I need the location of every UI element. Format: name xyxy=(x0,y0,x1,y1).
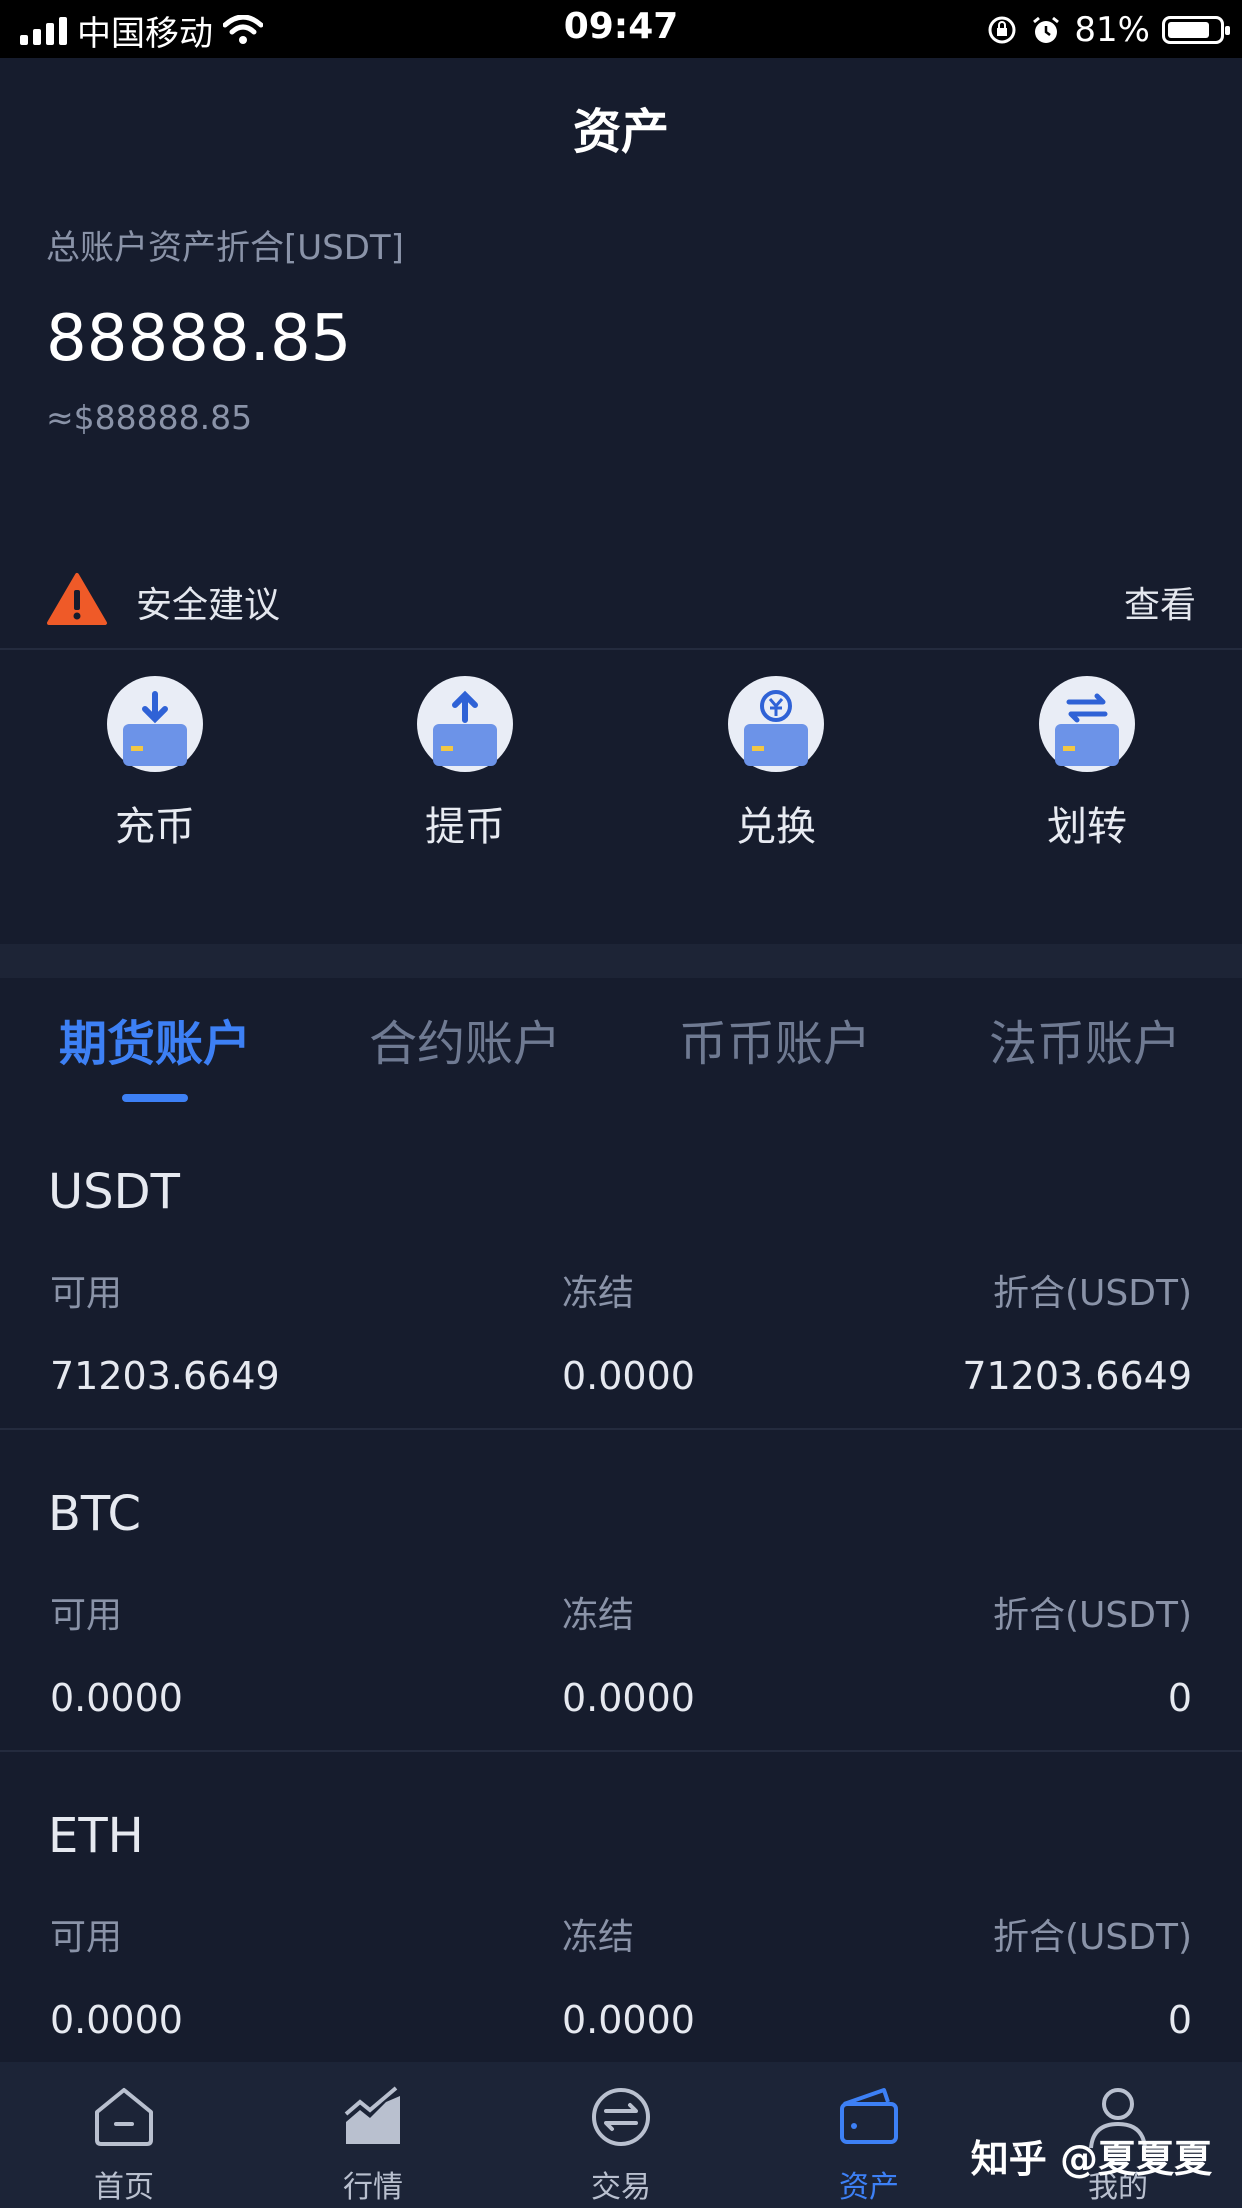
frozen-value: 0.0000 xyxy=(562,1354,695,1398)
converted-label: 折合(USDT) xyxy=(992,1595,1192,1636)
converted-value: 0 xyxy=(1167,1676,1192,1720)
quick-actions: 充币 提币 兑换 划转 xyxy=(0,676,1242,876)
tabbar-item-market[interactable]: 行情 xyxy=(273,2082,473,2206)
total-assets-value: 88888.85 xyxy=(46,302,352,376)
alarm-icon xyxy=(1033,16,1060,43)
asset-name: ETH xyxy=(48,1808,144,1864)
tab-contract-account[interactable]: 合约账户 xyxy=(310,1004,620,1074)
deposit-label: 充币 xyxy=(115,804,195,850)
exchange-label: 兑换 xyxy=(736,804,816,850)
status-bar: 中国移动 09:47 81% xyxy=(0,0,1242,58)
tabbar-label-market: 行情 xyxy=(343,2170,403,2205)
frozen-value: 0.0000 xyxy=(562,1998,695,2042)
security-view-link[interactable]: 查看 xyxy=(1124,576,1196,628)
security-suggestion-row[interactable]: 安全建议 查看 xyxy=(0,560,1242,650)
watermark-text: 知乎 @夏夏夏 xyxy=(970,2137,1212,2181)
transfer-label: 划转 xyxy=(1047,804,1127,850)
tabbar-label-assets: 资产 xyxy=(839,2170,899,2205)
active-tab-indicator xyxy=(122,1094,188,1102)
frozen-value: 0.0000 xyxy=(562,1676,695,1720)
tabbar-item-trade[interactable]: 交易 xyxy=(521,2082,721,2206)
available-label: 可用 xyxy=(50,1273,123,1314)
withdraw-label: 提币 xyxy=(425,804,505,850)
frozen-label: 冻结 xyxy=(562,1273,635,1314)
divider xyxy=(0,648,1242,650)
asset-name: BTC xyxy=(48,1486,141,1542)
transfer-icon xyxy=(1039,676,1135,772)
wallet-icon xyxy=(840,2088,898,2144)
tabbar-item-home[interactable]: 首页 xyxy=(24,2082,224,2206)
tabbar-label-home: 首页 xyxy=(94,2170,154,2205)
total-assets-label: 总账户资产折合[USDT] xyxy=(46,228,404,268)
market-chart-icon xyxy=(344,2086,400,2144)
trade-icon xyxy=(592,2088,650,2146)
converted-value: 0 xyxy=(1167,1998,1192,2042)
deposit-button[interactable]: 充币 xyxy=(55,676,255,852)
available-value: 71203.6649 xyxy=(50,1354,280,1398)
tabbar-label-trade: 交易 xyxy=(591,2170,651,2205)
available-label: 可用 xyxy=(50,1595,123,1636)
converted-label: 折合(USDT) xyxy=(992,1917,1192,1958)
battery-percent: 81% xyxy=(1074,10,1150,50)
frozen-label: 冻结 xyxy=(562,1595,635,1636)
security-suggestion-label: 安全建议 xyxy=(136,585,281,626)
warning-triangle-icon xyxy=(47,573,107,625)
withdraw-button[interactable]: 提币 xyxy=(365,676,565,852)
account-tabs: 期货账户 合约账户 币币账户 法币账户 xyxy=(0,1004,1242,1094)
available-label: 可用 xyxy=(50,1917,123,1958)
tab-spot-account[interactable]: 币币账户 xyxy=(620,1004,930,1074)
transfer-button[interactable]: 划转 xyxy=(987,676,1187,852)
frozen-label: 冻结 xyxy=(562,1917,635,1958)
status-right: 81% xyxy=(986,8,1230,52)
tab-futures-account[interactable]: 期货账户 xyxy=(0,1004,310,1074)
divider xyxy=(0,1750,1242,1752)
converted-value: 71203.6649 xyxy=(962,1354,1192,1398)
exchange-button[interactable]: 兑换 xyxy=(676,676,876,852)
converted-label: 折合(USDT) xyxy=(992,1273,1192,1314)
asset-name: USDT xyxy=(48,1164,180,1220)
available-value: 0.0000 xyxy=(50,1676,183,1720)
section-separator xyxy=(0,944,1242,978)
orientation-lock-icon xyxy=(988,16,1016,44)
tabbar-item-assets[interactable]: 资产 xyxy=(769,2082,969,2206)
deposit-icon xyxy=(107,676,203,772)
tab-fiat-account[interactable]: 法币账户 xyxy=(930,1004,1240,1074)
divider xyxy=(0,1428,1242,1430)
battery-icon xyxy=(1162,16,1230,44)
available-value: 0.0000 xyxy=(50,1998,183,2042)
exchange-icon xyxy=(728,676,824,772)
withdraw-icon xyxy=(417,676,513,772)
total-assets-usd: ≈$88888.85 xyxy=(46,398,253,437)
page-title: 资产 xyxy=(572,104,669,160)
home-icon xyxy=(95,2088,153,2146)
